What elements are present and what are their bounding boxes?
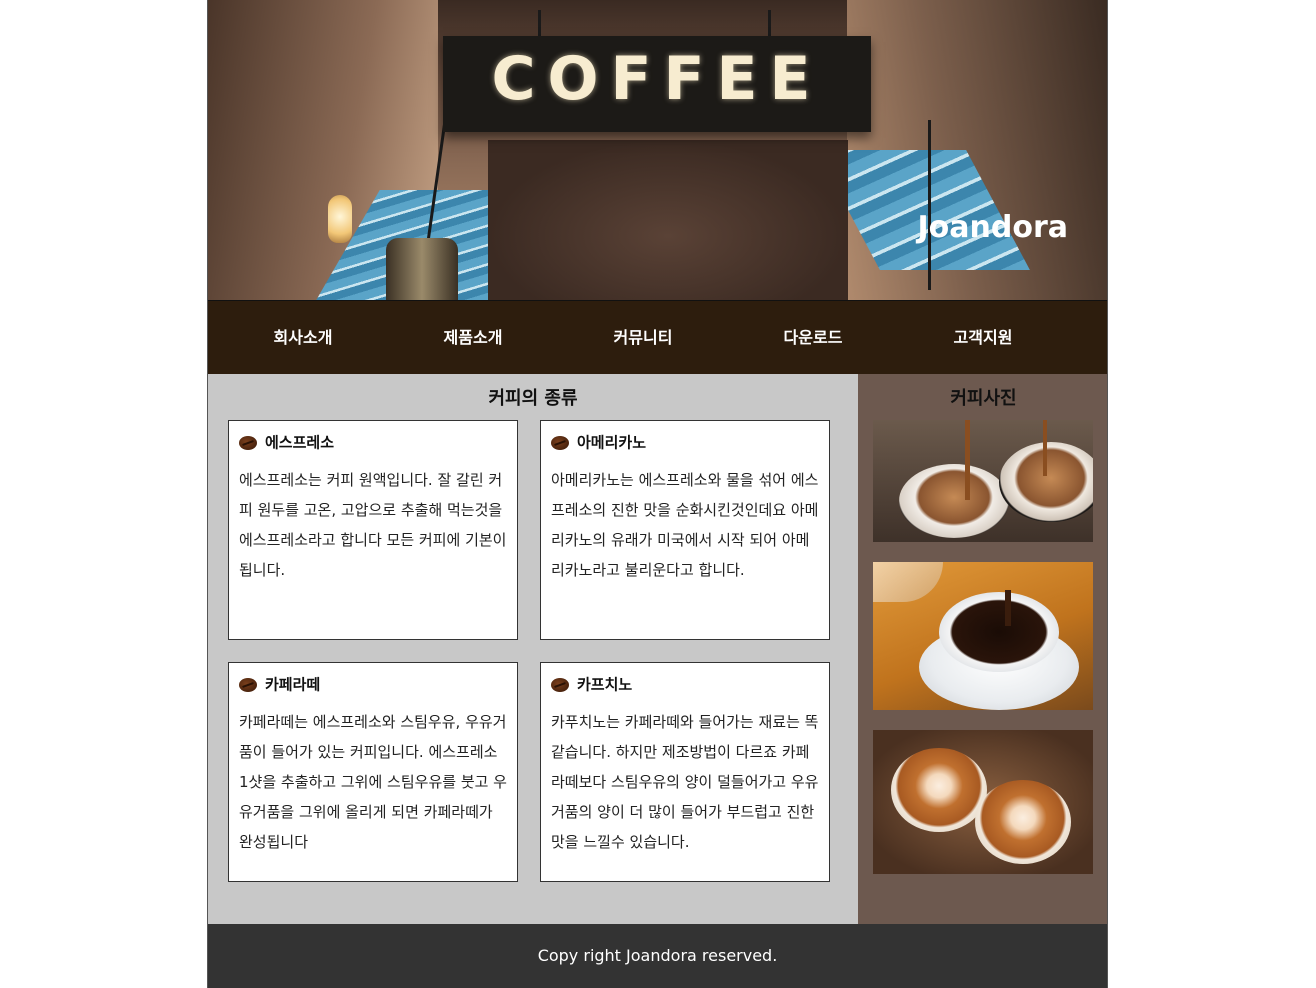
card-title: 아메리카노 xyxy=(577,433,647,452)
main-content: 커피의 종류 에스프레소 에스프레소는 커피 원액입니다. 잘 갈린 커피 원두… xyxy=(208,374,858,924)
coffee-sign: COFFEE xyxy=(443,36,871,132)
nav-item-support[interactable]: 고객지원 xyxy=(898,301,1068,375)
card-title: 카페라떼 xyxy=(265,675,321,694)
nav-item-products[interactable]: 제품소개 xyxy=(388,301,558,375)
footer: Copy right Joandora reserved. xyxy=(208,924,1107,988)
copyright-text: Copy right Joandora reserved. xyxy=(537,946,778,965)
site-brand[interactable]: Joandora xyxy=(916,210,1069,245)
main-nav: 회사소개 제품소개 커뮤니티 다운로드 고객지원 xyxy=(208,300,1107,376)
card-body: 카페라떼는 에스프레소와 스팀우유, 우유거품이 들어가 있는 커피입니다. 에… xyxy=(239,713,507,851)
coffee-card-latte: 카페라떼 카페라떼는 에스프레소와 스팀우유, 우유거품이 들어가 있는 커피입… xyxy=(228,662,518,882)
nav-item-download[interactable]: 다운로드 xyxy=(728,301,898,375)
nav-item-community[interactable]: 커뮤니티 xyxy=(558,301,728,375)
coffee-card-americano: 아메리카노 아메리카노는 에스프레소와 물을 섞어 에스프레소의 진한 맛을 순… xyxy=(540,420,830,640)
coffee-bean-icon xyxy=(239,435,257,450)
coffee-card-cappuccino: 카프치노 카푸치노는 카페라떼와 들어가는 재료는 똑같습니다. 하지만 제조방… xyxy=(540,662,830,882)
coffee-bean-icon xyxy=(551,435,569,450)
page-container: COFFEE Joandora 회사소개 제품소개 커뮤니티 다운로드 고객지원… xyxy=(207,0,1108,988)
pour-over-coffee-cup-photo xyxy=(873,562,1093,710)
pendant-lamp-icon xyxy=(386,238,458,300)
header-banner: COFFEE Joandora xyxy=(208,0,1107,300)
photo-sidebar: 커피사진 xyxy=(858,374,1107,924)
sidebar-title: 커피사진 xyxy=(950,388,1017,409)
card-title: 카프치노 xyxy=(577,675,633,694)
latte-art-cups-photo xyxy=(873,730,1093,874)
card-body: 아메리카노는 에스프레소와 물을 섞어 에스프레소의 진한 맛을 순화시킨것인데… xyxy=(551,471,819,579)
nav-item-company[interactable]: 회사소개 xyxy=(218,301,388,375)
coffee-bean-icon xyxy=(551,677,569,692)
espresso-machine-cups-photo xyxy=(873,420,1093,542)
section-title: 커피의 종류 xyxy=(488,388,578,409)
card-title: 에스프레소 xyxy=(265,433,335,452)
card-body: 카푸치노는 카페라떼와 들어가는 재료는 똑같습니다. 하지만 제조방법이 다르… xyxy=(551,713,819,851)
light-bulb-icon xyxy=(328,195,352,243)
card-body: 에스프레소는 커피 원액입니다. 잘 갈린 커피 원두를 고온, 고압으로 추출… xyxy=(239,471,507,579)
coffee-bean-icon xyxy=(239,677,257,692)
coffee-card-espresso: 에스프레소 에스프레소는 커피 원액입니다. 잘 갈린 커피 원두를 고온, 고… xyxy=(228,420,518,640)
coffee-sign-text: COFFEE xyxy=(491,44,823,114)
